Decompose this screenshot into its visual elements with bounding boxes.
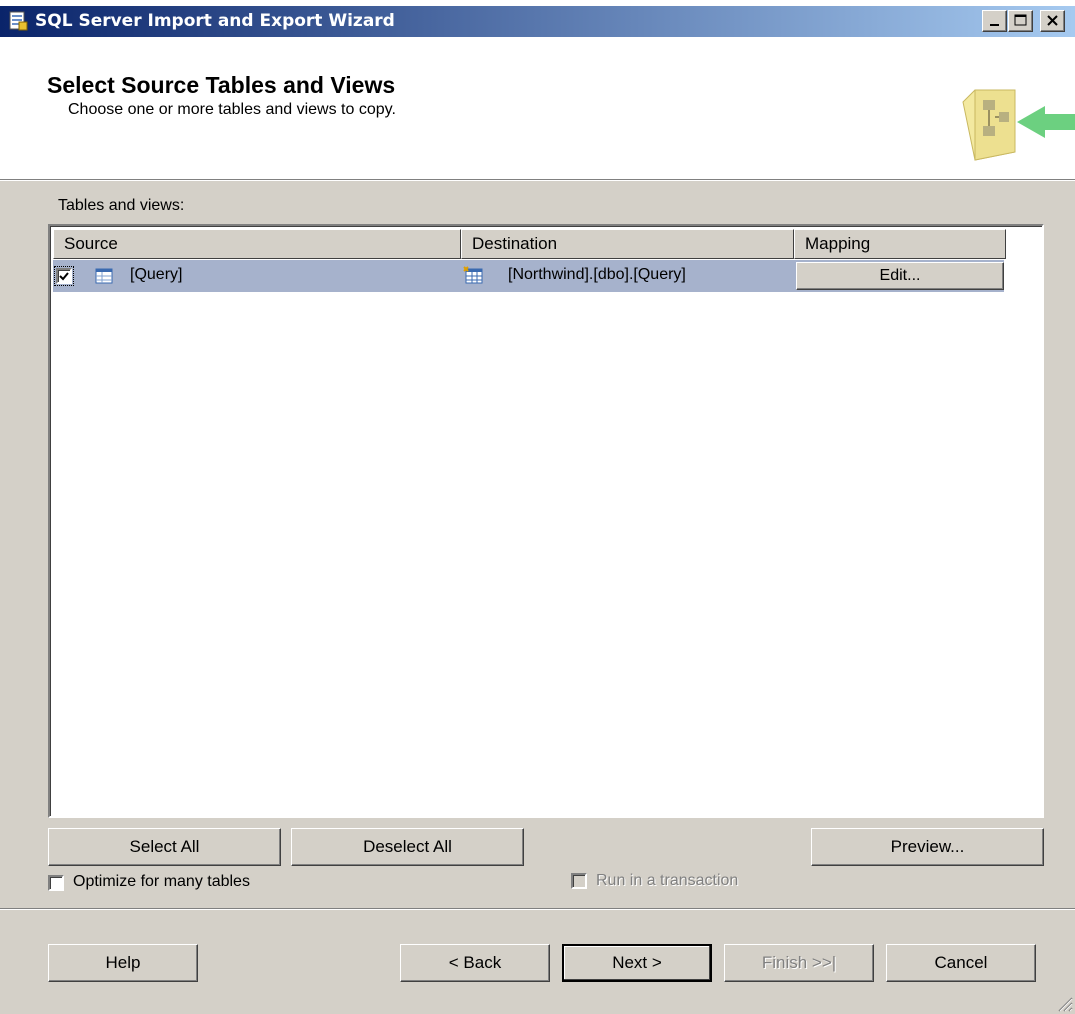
column-header-mapping[interactable]: Mapping xyxy=(794,229,1006,259)
cancel-button[interactable]: Cancel xyxy=(886,944,1036,982)
page-subtitle: Choose one or more tables and views to c… xyxy=(68,101,396,118)
source-table-icon xyxy=(95,268,113,284)
maximize-icon xyxy=(1014,14,1027,26)
source-name: [Query] xyxy=(130,266,183,283)
back-button[interactable]: < Back xyxy=(400,944,550,982)
edit-mapping-button[interactable]: Edit... xyxy=(796,262,1004,290)
header-separator xyxy=(0,180,1075,181)
maximize-button[interactable] xyxy=(1008,10,1033,32)
table-row[interactable]: [Query] [Northwind].[dbo].[Query] Edit..… xyxy=(53,260,1004,292)
column-header-source[interactable]: Source xyxy=(53,229,461,259)
minimize-icon xyxy=(990,24,999,26)
tables-label: Tables and views: xyxy=(58,197,185,214)
column-header-destination[interactable]: Destination xyxy=(461,229,794,259)
wizard-banner-icon xyxy=(962,89,1075,161)
finish-button[interactable]: Finish >>| xyxy=(724,944,874,982)
optimize-label: Optimize for many tables xyxy=(73,873,250,890)
row-checkbox[interactable] xyxy=(56,268,72,284)
preview-button[interactable]: Preview... xyxy=(811,828,1044,866)
checkmark-icon xyxy=(59,272,69,281)
wizard-window: SQL Server Import and Export Wizard Sele… xyxy=(0,6,1075,1014)
close-button[interactable] xyxy=(1040,10,1065,32)
select-all-button[interactable]: Select All xyxy=(48,828,281,866)
optimize-checkbox[interactable] xyxy=(48,875,64,891)
minimize-button[interactable] xyxy=(982,10,1007,32)
destination-name: [Northwind].[dbo].[Query] xyxy=(508,266,686,283)
resize-grip-icon[interactable] xyxy=(1055,994,1073,1012)
title-bar[interactable]: SQL Server Import and Export Wizard xyxy=(0,6,1075,37)
destination-new-table-icon xyxy=(463,266,483,284)
transaction-label: Run in a transaction xyxy=(596,872,739,889)
wizard-app-icon xyxy=(9,11,28,31)
footer-separator-highlight xyxy=(0,909,1075,910)
help-button[interactable]: Help xyxy=(48,944,198,982)
page-title: Select Source Tables and Views xyxy=(47,72,396,98)
tables-list[interactable]: Source Destination Mapping [Query] [Nort… xyxy=(48,224,1044,818)
transaction-checkbox[interactable] xyxy=(571,873,587,889)
wizard-header: Select Source Tables and Views Choose on… xyxy=(0,37,1075,180)
deselect-all-button[interactable]: Deselect All xyxy=(291,828,524,866)
window-title: SQL Server Import and Export Wizard xyxy=(35,11,395,31)
next-button[interactable]: Next > xyxy=(562,944,712,982)
close-icon xyxy=(1047,15,1058,26)
